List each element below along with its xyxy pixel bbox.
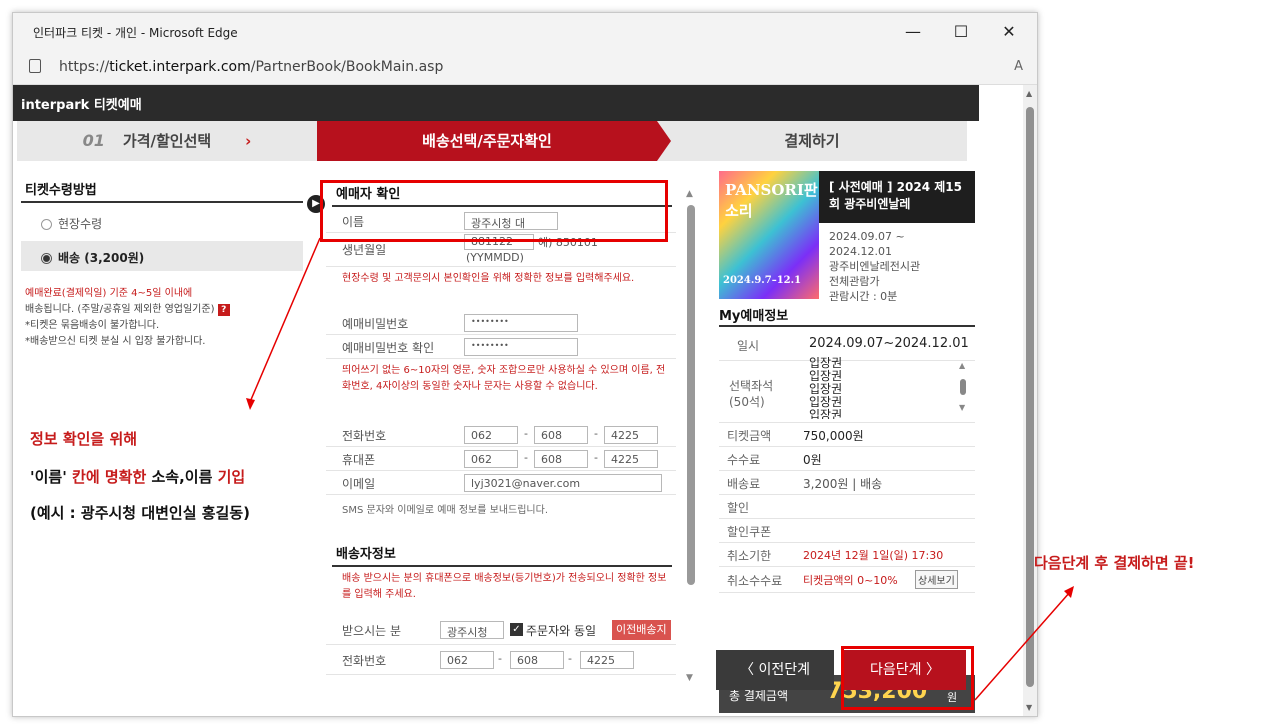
- annotation-arrows: [246, 237, 1074, 701]
- annotation-line3: (예시 : 광주시청 대변인실 홍길동): [30, 504, 250, 522]
- annotation-line1: 정보 확인을 위해: [30, 430, 138, 448]
- annotation-line2: '이름' 칸에 명확한 소속,이름 기입: [30, 466, 245, 487]
- annotation-line2-c: 소속,이름: [146, 468, 218, 486]
- annotation-right: 다음단계 후 결제하면 끝!: [1034, 554, 1195, 572]
- annotation-line2-b: 칸에 명확한: [72, 468, 147, 486]
- annotation-line2-d: 기입: [217, 468, 246, 486]
- annotation-arrow-right: [974, 591, 1071, 701]
- annotation-line2-a: '이름': [30, 468, 73, 486]
- arrow-head-icon: [246, 398, 255, 410]
- annotation-arrow-left: [249, 237, 321, 403]
